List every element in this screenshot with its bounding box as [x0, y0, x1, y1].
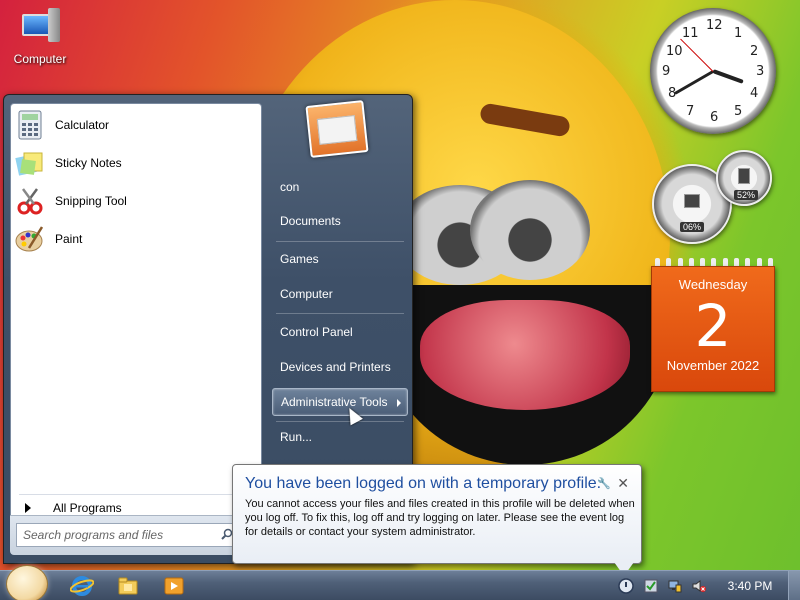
clock-minute-hand — [674, 70, 714, 95]
all-programs-label: All Programs — [53, 500, 122, 515]
clock-numeral: 12 — [706, 18, 723, 33]
desktop-icon-computer[interactable]: Computer — [8, 8, 72, 66]
wallpaper-eye-right — [470, 180, 590, 280]
place-computer[interactable]: Computer — [272, 280, 408, 308]
clock-numeral: 3 — [756, 64, 765, 79]
search-input[interactable]: Search programs and files — [16, 523, 238, 547]
paint-icon — [15, 224, 45, 254]
separator — [276, 241, 404, 242]
calculator-icon — [15, 110, 45, 140]
clock-numeral: 4 — [750, 86, 759, 101]
computer-icon — [20, 8, 60, 48]
taskbar: 3:40 PM — [0, 565, 800, 600]
windows-explorer-icon[interactable] — [116, 575, 140, 597]
clock-numeral: 1 — [734, 26, 743, 41]
place-label: Games — [280, 252, 319, 266]
clock-numeral: 2 — [750, 44, 759, 59]
place-control-panel[interactable]: Control Panel — [272, 318, 408, 346]
program-label: Sticky Notes — [55, 156, 122, 170]
clock-second-hand — [680, 38, 714, 72]
program-snipping-tool[interactable]: Snipping Tool — [15, 184, 257, 218]
place-user-folder[interactable]: con — [272, 173, 408, 201]
place-label: con — [280, 180, 300, 194]
cpu-percent: 06% — [680, 222, 705, 232]
volume-muted-icon[interactable] — [692, 579, 706, 593]
network-icon[interactable] — [668, 579, 682, 593]
sticky-notes-icon — [15, 148, 45, 178]
program-label: Paint — [55, 232, 83, 246]
separator — [276, 421, 404, 422]
program-paint[interactable]: Paint — [15, 222, 257, 256]
place-documents[interactable]: Documents — [272, 207, 408, 235]
taskbar-clock[interactable]: 3:40 PM — [720, 579, 780, 593]
start-button[interactable] — [6, 565, 48, 600]
action-center-icon[interactable] — [618, 578, 634, 594]
memory-chip-icon — [738, 168, 750, 184]
clock-numeral: 6 — [710, 110, 719, 125]
show-desktop-button[interactable] — [788, 571, 800, 600]
place-label: Computer — [280, 287, 333, 301]
submenu-arrow-icon — [397, 399, 401, 407]
wallpaper-tongue — [420, 300, 630, 410]
user-picture[interactable] — [305, 100, 369, 158]
clock-numeral: 9 — [662, 64, 671, 79]
notification-body: You cannot access your files and files c… — [245, 498, 635, 538]
clock-numeral: 10 — [666, 44, 683, 59]
triangle-right-icon — [25, 502, 31, 513]
clock-numeral: 11 — [682, 26, 699, 41]
notification-balloon[interactable]: You have been logged on with a temporary… — [232, 464, 642, 564]
calendar-weekday: Wednesday — [678, 277, 748, 292]
memory-percent: 52% — [734, 190, 759, 200]
desktop-icon-label: Computer — [13, 52, 67, 66]
place-label: Run... — [280, 430, 313, 444]
program-label: Calculator — [55, 118, 110, 132]
place-label: Devices and Printers — [280, 360, 391, 374]
notification-title: You have been logged on with a temporary… — [245, 475, 602, 492]
clock-gadget[interactable]: 12 1 2 3 4 5 6 7 8 9 10 11 — [650, 8, 776, 134]
internet-explorer-icon[interactable] — [69, 575, 95, 597]
security-icon[interactable] — [644, 579, 658, 593]
place-games[interactable]: Games — [272, 245, 408, 273]
clock-hour-hand — [712, 69, 744, 84]
close-icon[interactable]: ✕ — [617, 475, 629, 492]
options-wrench-icon[interactable]: 🔧 — [597, 477, 611, 490]
separator — [276, 313, 404, 314]
clock-numeral: 5 — [734, 104, 743, 119]
memory-meter-gadget[interactable]: 52% — [716, 150, 772, 206]
place-devices-and-printers[interactable]: Devices and Printers — [272, 353, 408, 381]
program-sticky-notes[interactable]: Sticky Notes — [15, 146, 257, 180]
place-label: Control Panel — [280, 325, 353, 339]
place-administrative-tools[interactable]: Administrative Tools — [272, 388, 408, 416]
snipping-tool-icon — [15, 186, 45, 216]
clock-numeral: 7 — [686, 104, 695, 119]
program-label: Snipping Tool — [55, 194, 127, 208]
program-calculator[interactable]: Calculator — [15, 108, 257, 142]
search-placeholder: Search programs and files — [23, 528, 164, 542]
calendar-month-year: November 2022 — [666, 358, 760, 373]
place-label: Administrative Tools — [281, 395, 388, 409]
place-run[interactable]: Run... — [272, 423, 408, 451]
place-label: Documents — [280, 214, 341, 228]
cpu-chip-icon — [684, 194, 700, 208]
media-player-icon[interactable] — [162, 575, 186, 597]
calendar-gadget[interactable]: Wednesday 2 November 2022 — [651, 266, 775, 392]
calendar-day: 2 — [694, 292, 732, 360]
start-menu-programs-pane: Calculator Sticky Notes Snipping Tool Pa… — [10, 103, 262, 553]
